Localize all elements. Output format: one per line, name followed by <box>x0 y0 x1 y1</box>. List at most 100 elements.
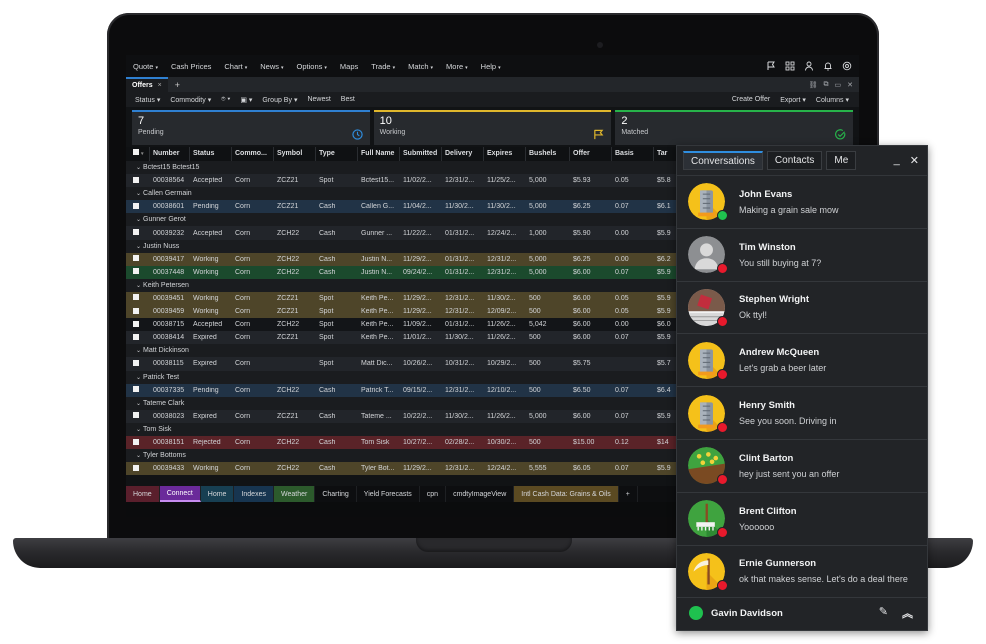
row-checkbox[interactable] <box>126 255 150 263</box>
row-checkbox[interactable] <box>126 359 150 368</box>
columns-dropdown[interactable]: Columns ▾ <box>816 96 849 104</box>
window-icon[interactable]: ▭ <box>835 81 842 89</box>
cell-offer: $6.00 <box>573 308 591 316</box>
row-checkbox[interactable] <box>126 294 150 302</box>
menu-help[interactable]: Help ▾ <box>481 62 501 71</box>
row-checkbox[interactable] <box>126 229 150 237</box>
flag-icon[interactable] <box>766 61 776 71</box>
expand-icon[interactable]: ︽ <box>902 605 913 621</box>
cell-type: Spot <box>319 177 334 185</box>
row-checkbox[interactable] <box>126 307 150 316</box>
row-checkbox[interactable] <box>126 333 150 342</box>
cell-symbol: ZCH22 <box>277 465 300 473</box>
column-header-basis[interactable]: Basis <box>612 147 654 161</box>
column-header-expires[interactable]: Expires <box>484 147 526 161</box>
date-filter[interactable]: ▣ ▾ <box>240 96 252 104</box>
menu-quote[interactable]: Quote ▾ <box>133 62 158 71</box>
select-all-checkbox[interactable]: ▾ <box>126 147 150 161</box>
menu-more[interactable]: More ▾ <box>446 62 468 71</box>
workspace-tab[interactable]: Home <box>200 486 235 502</box>
column-header-submitted[interactable]: Submitted <box>400 147 442 161</box>
add-tab-button[interactable]: + <box>175 80 180 90</box>
chevron-down-icon: ▾ <box>498 64 501 71</box>
workspace-tab[interactable]: cpn <box>419 486 447 502</box>
column-header-delivery[interactable]: Delivery <box>442 147 484 161</box>
column-header-offer[interactable]: Offer <box>570 147 612 161</box>
matched-card[interactable]: 2 Matched <box>615 110 854 145</box>
bell-icon[interactable] <box>823 61 833 71</box>
workspace-tab[interactable]: Charting <box>315 486 357 502</box>
workspace-tab[interactable]: Weather <box>273 486 316 502</box>
row-checkbox[interactable] <box>126 412 150 420</box>
row-checkbox[interactable] <box>126 386 150 394</box>
conversation-item[interactable]: Andrew McQueen Let's grab a beer later <box>677 334 927 388</box>
newest-button[interactable]: Newest <box>307 96 330 103</box>
column-header-type[interactable]: Type <box>316 147 358 161</box>
menu-trade[interactable]: Trade ▾ <box>371 62 395 71</box>
compose-icon[interactable]: ✎ <box>879 605 888 621</box>
workspace-tab[interactable]: Home <box>126 486 160 502</box>
create-offer-button[interactable]: Create Offer <box>732 96 770 104</box>
menu-options[interactable]: Options ▾ <box>297 62 327 71</box>
working-card[interactable]: 10 Working <box>373 110 612 145</box>
row-checkbox[interactable] <box>126 438 150 447</box>
chevron-down-icon: ▾ <box>207 96 212 104</box>
close-icon[interactable]: ✕ <box>910 154 919 167</box>
workspace-tab[interactable]: Yield Forecasts <box>356 486 420 502</box>
menu-label: Quote <box>133 61 154 71</box>
workspace-tab[interactable]: Indexes <box>234 486 274 502</box>
menu-match[interactable]: Match ▾ <box>408 62 433 71</box>
close-tab-icon[interactable]: × <box>158 82 162 89</box>
tab-contacts[interactable]: Contacts <box>766 151 823 170</box>
link-icon[interactable]: ⛓ <box>809 81 818 89</box>
menu-cash-prices[interactable]: Cash Prices <box>171 62 211 71</box>
row-checkbox[interactable] <box>126 176 150 185</box>
row-checkbox[interactable] <box>126 268 150 276</box>
settings-icon[interactable] <box>842 61 852 71</box>
tab-me[interactable]: Me <box>826 151 857 170</box>
column-header-full-name[interactable]: Full Name <box>358 147 400 161</box>
column-header-number[interactable]: Number <box>150 147 190 161</box>
column-header-status[interactable]: Status <box>190 147 232 161</box>
menu-chart[interactable]: Chart ▾ <box>224 62 247 71</box>
add-workspace-tab-button[interactable]: + <box>618 486 638 502</box>
best-button[interactable]: Best <box>341 96 355 103</box>
export-dropdown[interactable]: Export ▾ <box>780 96 806 104</box>
location-filter[interactable]: ⌾ ▾ <box>221 96 230 104</box>
conversation-item[interactable]: Tim Winston You still buying at 7? <box>677 229 927 282</box>
column-header-bushels[interactable]: Bushels <box>526 147 570 161</box>
row-checkbox[interactable] <box>126 464 150 473</box>
column-header-commodity[interactable]: Commo... <box>232 147 274 161</box>
conversation-item[interactable]: Stephen Wright Ok ttyl! <box>677 282 927 335</box>
close-icon[interactable]: ✕ <box>847 81 853 89</box>
cell-full-name: Matt Dic... <box>361 360 393 368</box>
apps-grid-icon[interactable] <box>785 61 795 71</box>
menu-label: Maps <box>339 61 359 71</box>
workspace-tab[interactable]: cmdtyImageView <box>446 486 515 502</box>
workspace-tab[interactable]: Intl Cash Data: Grains & Oils <box>514 486 619 502</box>
commodity-filter[interactable]: Commodity ▾ <box>170 96 211 104</box>
menu-maps[interactable]: Maps <box>340 62 358 71</box>
user-icon[interactable] <box>804 61 814 71</box>
contact-name: Stephen Wright <box>739 294 810 306</box>
tab-offers[interactable]: Offers × <box>126 77 168 92</box>
workspace-tab[interactable]: Connect <box>159 486 201 502</box>
conversation-item[interactable]: John Evans Making a grain sale mow <box>677 176 927 229</box>
contact-name: Clint Barton <box>739 452 794 464</box>
conversation-item[interactable]: Clint Barton hey just sent you an offer <box>677 440 927 493</box>
conversation-item[interactable]: Ernie Gunnerson ok that makes sense. Let'… <box>677 546 927 599</box>
popout-icon[interactable]: ⧉ <box>824 81 829 89</box>
conversation-item[interactable]: Henry Smith See you soon. Driving in <box>677 387 927 440</box>
pending-card[interactable]: 7 Pending <box>132 110 370 145</box>
minimize-icon[interactable]: _ <box>894 154 900 167</box>
status-filter[interactable]: Status ▾ <box>135 96 160 104</box>
menu-news[interactable]: News ▾ <box>260 62 283 71</box>
chevron-down-icon: ⌄ <box>136 426 142 433</box>
column-header-symbol[interactable]: Symbol <box>274 147 316 161</box>
row-checkbox[interactable] <box>126 320 150 329</box>
row-checkbox[interactable] <box>126 202 150 211</box>
tab-conversations[interactable]: Conversations <box>683 151 763 170</box>
conversation-item[interactable]: Brent Clifton Yoooooo <box>677 493 927 546</box>
group-by-filter[interactable]: Group By ▾ <box>262 96 297 104</box>
cell-submitted: 11/22/2... <box>403 229 432 237</box>
